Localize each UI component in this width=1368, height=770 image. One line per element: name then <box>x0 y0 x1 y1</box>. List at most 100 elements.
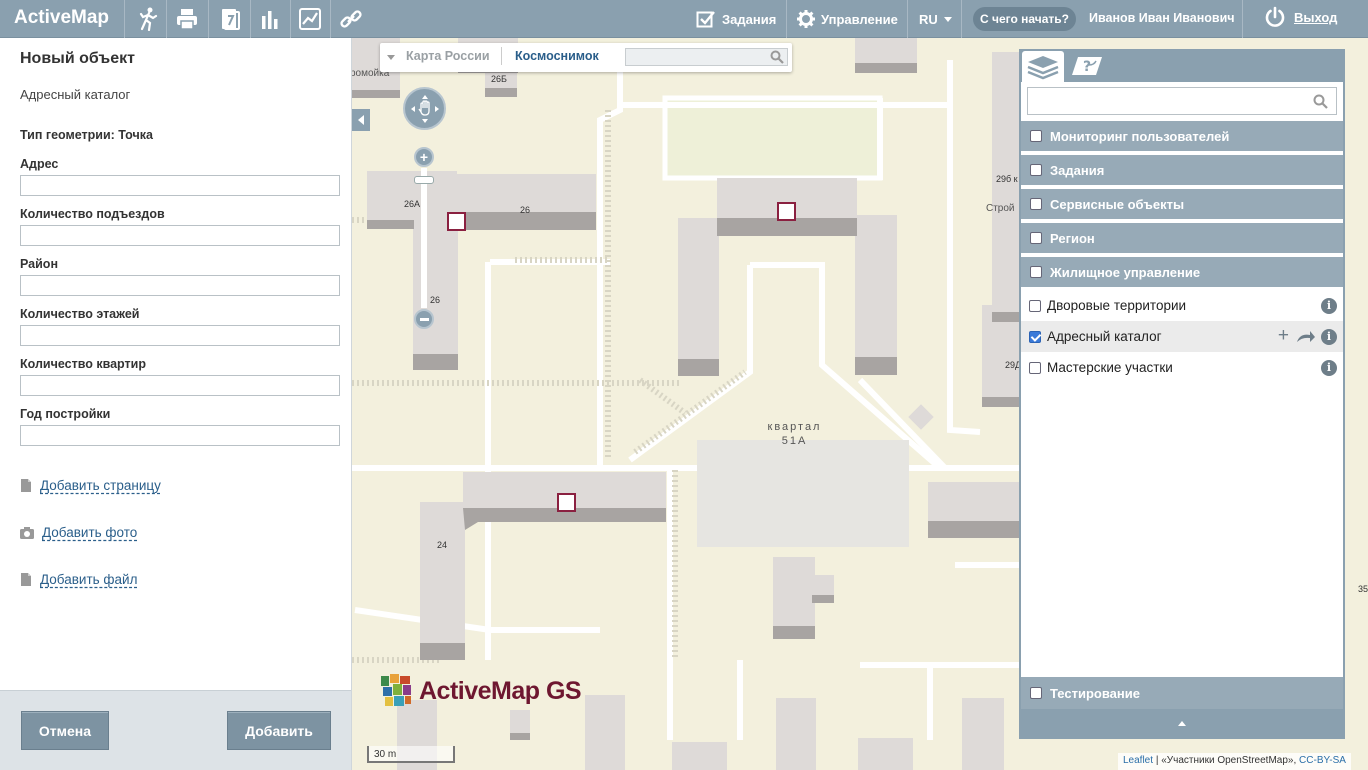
leaflet-link[interactable]: Leaflet <box>1123 755 1153 766</box>
power-icon <box>1265 6 1285 27</box>
new-object-panel: Новый объект Адресный каталог Тип геомет… <box>0 38 352 770</box>
tab-layers[interactable] <box>1022 51 1064 82</box>
scale-bar: 30 m <box>367 746 455 763</box>
layer-group-checkbox[interactable] <box>1030 164 1042 176</box>
info-icon[interactable]: i <box>1321 328 1337 345</box>
language-dropdown[interactable]: RU <box>919 0 952 38</box>
cancel-button[interactable]: Отмена <box>21 711 109 750</box>
panel-subtitle: Адресный каталог <box>20 87 131 102</box>
svg-text:?: ? <box>1083 59 1091 75</box>
layer-group-service-objects[interactable]: Сервисные объекты <box>1021 189 1343 221</box>
switch-separator <box>501 47 502 65</box>
add-file-label: Добавить файл <box>40 572 138 587</box>
edit-arrow-icon[interactable] <box>1296 330 1316 343</box>
tab-legend[interactable]: ? <box>1066 49 1108 82</box>
layer-checkbox[interactable] <box>1029 330 1041 343</box>
layer-group-checkbox[interactable] <box>1030 232 1042 244</box>
layer-group-checkbox[interactable] <box>1030 687 1042 699</box>
walk-icon[interactable] <box>134 5 162 33</box>
add-button[interactable]: Добавить <box>227 711 331 750</box>
toolbar-divider <box>290 0 291 38</box>
layer-group-user-monitoring[interactable]: Мониторинг пользователей <box>1021 121 1343 153</box>
add-page-link[interactable]: Добавить страницу <box>20 478 161 493</box>
caret-up-icon <box>1178 720 1186 726</box>
house-label: 29б к <box>996 174 1018 184</box>
address-input[interactable] <box>20 175 340 196</box>
district-input[interactable] <box>20 275 340 296</box>
search-icon[interactable] <box>770 50 784 64</box>
address-marker[interactable] <box>777 202 796 221</box>
build-year-input[interactable] <box>20 425 340 446</box>
file-icon <box>21 573 31 586</box>
address-marker[interactable] <box>447 212 466 231</box>
layer-item-yards[interactable]: Дворовые территории i <box>1021 290 1343 321</box>
basemap-russia[interactable]: Карта России <box>406 49 490 63</box>
layer-item-workshop-areas[interactable]: Мастерские участки i <box>1021 352 1343 383</box>
layer-group-testing[interactable]: Тестирование <box>1021 677 1343 709</box>
manage-menu[interactable]: Управление <box>797 0 898 38</box>
zoom-slider-handle[interactable] <box>414 176 434 184</box>
add-object-icon[interactable]: + <box>1278 326 1289 345</box>
address-marker[interactable] <box>557 493 576 512</box>
pan-control[interactable] <box>403 87 446 130</box>
info-icon[interactable]: i <box>1321 359 1337 376</box>
field-label: Количество подъездов <box>20 207 165 221</box>
report-icon[interactable] <box>216 5 244 33</box>
layer-item-address-catalog[interactable]: Адресный каталог + i <box>1021 321 1343 352</box>
toolbar-divider <box>124 0 125 38</box>
layer-group-checkbox[interactable] <box>1030 266 1042 278</box>
print-icon[interactable] <box>173 5 201 33</box>
line-chart-icon[interactable] <box>296 5 324 33</box>
layer-checkbox[interactable] <box>1029 361 1041 374</box>
bar-chart-icon[interactable] <box>256 5 284 33</box>
exit-button[interactable]: Выход <box>1264 6 1337 28</box>
build-year-field: Год постройки <box>20 407 340 446</box>
layer-group-checkbox[interactable] <box>1030 130 1042 142</box>
zoom-in-button[interactable]: + <box>414 147 434 167</box>
panel-footer: Отмена Добавить <box>0 690 351 770</box>
house-label: 26 <box>520 205 531 215</box>
layer-checkbox[interactable] <box>1029 299 1041 312</box>
layers-search-input[interactable] <box>1027 87 1337 115</box>
layer-group-region[interactable]: Регион <box>1021 223 1343 255</box>
map-search-input[interactable] <box>625 48 788 66</box>
basemap-switcher: Карта России Космоснимок <box>380 43 792 72</box>
app-logo[interactable]: ActiveMap <box>14 7 109 29</box>
apartments-input[interactable] <box>20 375 340 396</box>
tasks-menu[interactable]: Задания <box>696 0 776 38</box>
add-photo-link[interactable]: Добавить фото <box>20 525 137 540</box>
entrances-input[interactable] <box>20 225 340 246</box>
toolbar-divider <box>330 0 331 38</box>
district-field: Район <box>20 257 340 296</box>
caret-down-icon <box>943 16 952 22</box>
collapse-layers-button[interactable] <box>1021 709 1343 737</box>
add-file-link[interactable]: Добавить файл <box>20 572 137 587</box>
link-icon[interactable] <box>337 5 365 33</box>
checkbox-icon <box>696 11 715 28</box>
layer-group-label: Тестирование <box>1050 685 1140 701</box>
attribution: Leaflet | «Участники OpenStreetMap», CC-… <box>1118 753 1351 770</box>
search-icon[interactable] <box>1313 94 1328 109</box>
license-link[interactable]: CC-BY-SA <box>1299 755 1346 766</box>
top-bar: ActiveMap Задания Управление RU С чего н… <box>0 0 1368 38</box>
layer-group-label: Жилищное управление <box>1050 264 1201 280</box>
layer-group-tasks[interactable]: Задания <box>1021 155 1343 187</box>
layers-panel: ? Мониторинг пользователей Задания Серви… <box>1019 49 1345 739</box>
layer-group-checkbox[interactable] <box>1030 198 1042 210</box>
caret-left-icon <box>358 115 364 125</box>
getting-started-button[interactable]: С чего начать? <box>973 7 1076 31</box>
map-help-icon: ? <box>1072 56 1102 75</box>
caret-down-icon[interactable] <box>387 55 395 60</box>
layer-group-label: Сервисные объекты <box>1050 196 1185 212</box>
entrances-field: Количество подъездов <box>20 207 340 246</box>
zoom-slider[interactable] <box>421 168 427 308</box>
user-name[interactable]: Иванов Иван Иванович <box>1089 11 1235 25</box>
layer-group-housing[interactable]: Жилищное управление <box>1021 257 1343 289</box>
floors-input[interactable] <box>20 325 340 346</box>
osm-credit: «Участники OpenStreetMap», <box>1161 755 1297 766</box>
info-icon[interactable]: i <box>1321 297 1337 314</box>
basemap-satellite[interactable]: Космоснимок <box>515 49 599 63</box>
collapse-panel-button[interactable] <box>352 109 370 131</box>
zoom-out-button[interactable] <box>414 309 434 329</box>
apartments-field: Количество квартир <box>20 357 340 396</box>
